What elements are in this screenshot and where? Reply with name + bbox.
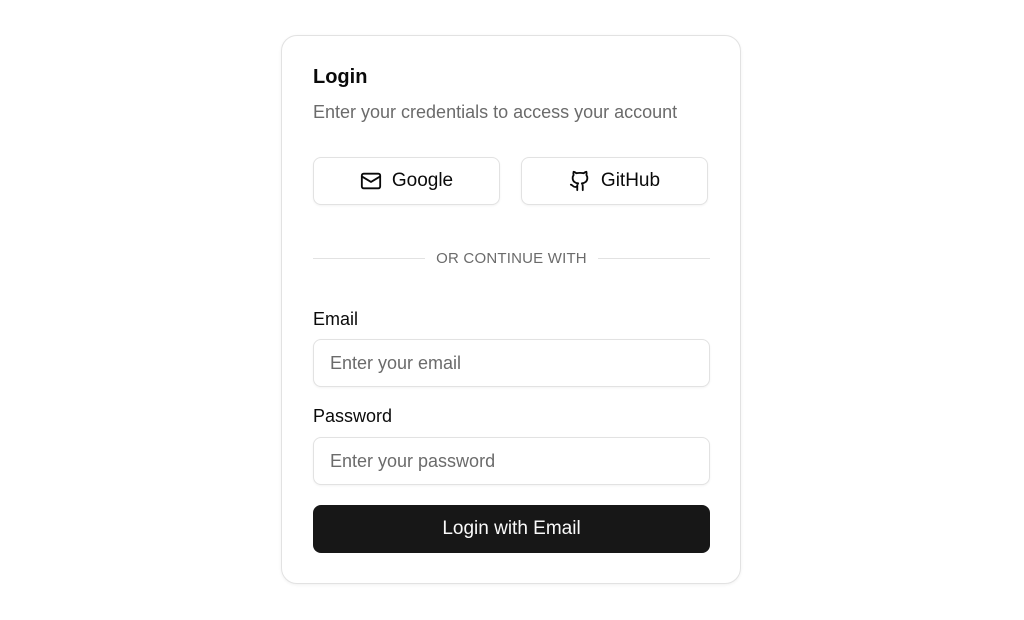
email-field[interactable] (313, 339, 710, 387)
divider-line-left (313, 257, 426, 259)
divider-text: OR CONTINUE WITH (436, 249, 587, 267)
login-subtitle: Enter your credentials to access your ac… (313, 102, 678, 122)
login-title: Login (313, 66, 368, 88)
google-login-label: Google (391, 170, 454, 191)
github-login-button[interactable]: GitHub (521, 157, 708, 205)
social-login-row: Google GitHub (313, 157, 710, 205)
divider-line-right (597, 257, 711, 259)
email-label: Email (313, 309, 359, 329)
password-field[interactable] (313, 437, 710, 485)
or-divider: OR CONTINUE WITH (313, 248, 711, 268)
github-icon (569, 170, 591, 192)
password-label: Password (313, 406, 393, 426)
google-login-button[interactable]: Google (313, 157, 500, 205)
login-with-email-button[interactable]: Login with Email (313, 505, 710, 553)
mail-icon (360, 170, 382, 192)
login-card: Login Enter your credentials to access y… (281, 35, 741, 584)
github-login-label: GitHub (600, 170, 661, 191)
